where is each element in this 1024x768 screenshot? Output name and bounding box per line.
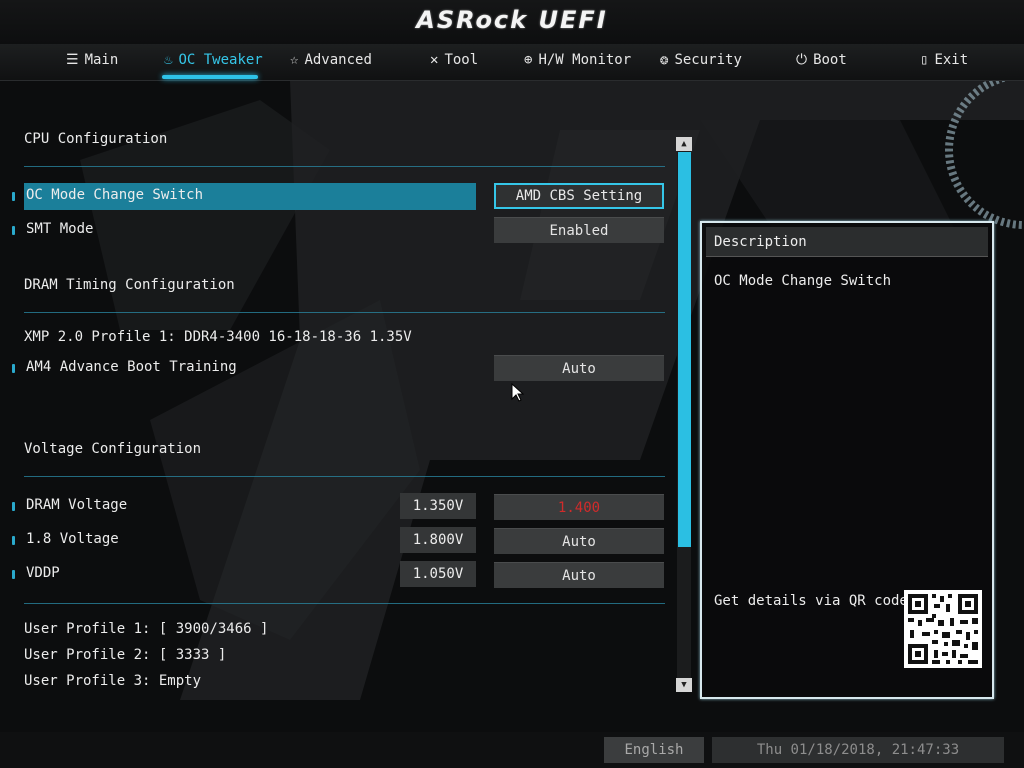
tab-boot[interactable]: ⏻ Boot [796,44,847,76]
arrow-down-icon: ▼ [681,680,687,690]
tab-label: Security [674,52,742,68]
tab-tool[interactable]: ✕ Tool [430,44,478,76]
dram-voltage-current: 1.350V [400,493,476,519]
scroll-down-button[interactable]: ▼ [676,678,692,692]
list-icon: ☰ [66,52,79,68]
arrow-up-icon: ▲ [681,139,687,149]
row-marker [12,192,15,201]
description-text: OC Mode Change Switch [714,273,892,289]
main-nav: ☰ Main ♨ OC Tweaker ☆ Advanced ✕ Tool ⊕ … [0,44,1024,81]
active-tab-indicator [162,75,258,79]
user-profile-2: User Profile 2: [ 3333 ] [24,647,227,663]
row-marker [12,502,15,511]
user-profile-3: User Profile 3: Empty [24,673,202,689]
tab-advanced[interactable]: ☆ Advanced [290,44,372,76]
section-header-dram: DRAM Timing Configuration [24,277,235,293]
scroll-up-button[interactable]: ▲ [676,137,692,151]
am4-boot-training-value[interactable]: Auto [494,355,664,381]
tab-oc-tweaker[interactable]: ♨ OC Tweaker [164,44,263,76]
tab-label: H/W Monitor [538,52,632,68]
title-bar: ASRock UEFI [0,0,1024,44]
tab-label: OC Tweaker [178,52,263,68]
v18-voltage-current: 1.800V [400,527,476,553]
tab-exit[interactable]: ▯ Exit [920,44,968,76]
tab-security[interactable]: ❂ Security [660,44,742,76]
row-marker [12,536,15,545]
qr-code-icon [904,590,982,668]
row-marker [12,364,15,373]
crosshair-icon: ⊕ [524,52,533,68]
oc-mode-change-switch-label[interactable]: OC Mode Change Switch [26,187,203,203]
row-marker [12,226,15,235]
divider [24,312,665,313]
smt-mode-label[interactable]: SMT Mode [26,221,93,237]
star-icon: ☆ [290,52,299,68]
dram-voltage-label[interactable]: DRAM Voltage [26,497,127,513]
tab-label: Boot [813,52,847,68]
v18-voltage-value[interactable]: Auto [494,528,664,554]
xmp-profile-info: XMP 2.0 Profile 1: DDR4-3400 16-18-18-36… [24,329,412,345]
shield-icon: ❂ [660,52,669,68]
brand-logo: ASRock UEFI [416,6,608,34]
door-icon: ▯ [920,52,929,68]
v18-voltage-label[interactable]: 1.8 Voltage [26,531,119,547]
scrollbar-thumb[interactable] [678,152,691,547]
datetime-display: Thu 01/18/2018, 21:47:33 [712,737,1004,763]
vddp-current: 1.050V [400,561,476,587]
divider [24,166,665,167]
divider [24,476,665,477]
language-selector[interactable]: English [604,737,704,763]
section-header-cpu: CPU Configuration [24,131,168,147]
tab-label: Advanced [304,52,372,68]
tab-main[interactable]: ☰ Main [66,44,118,76]
vddp-label[interactable]: VDDP [26,565,60,581]
tab-label: Tool [444,52,479,68]
tools-icon: ✕ [430,52,439,68]
divider [24,603,665,604]
am4-boot-training-label[interactable]: AM4 Advance Boot Training [26,359,237,375]
mouse-cursor-icon [511,383,525,402]
tab-label: Exit [934,52,969,68]
oc-mode-change-switch-value[interactable]: AMD CBS Setting [494,183,664,209]
qr-caption: Get details via QR code [714,593,908,609]
description-title: Description [706,227,988,257]
flame-icon: ♨ [164,52,173,68]
row-marker [12,570,15,579]
smt-mode-value[interactable]: Enabled [494,217,664,243]
tab-label: Main [84,52,119,68]
tab-hw-monitor[interactable]: ⊕ H/W Monitor [524,44,631,76]
power-icon: ⏻ [796,52,808,68]
section-header-voltage: Voltage Configuration [24,441,202,457]
user-profile-1: User Profile 1: [ 3900/3466 ] [24,621,269,637]
dram-voltage-value[interactable]: 1.400 [494,494,664,520]
vddp-value[interactable]: Auto [494,562,664,588]
